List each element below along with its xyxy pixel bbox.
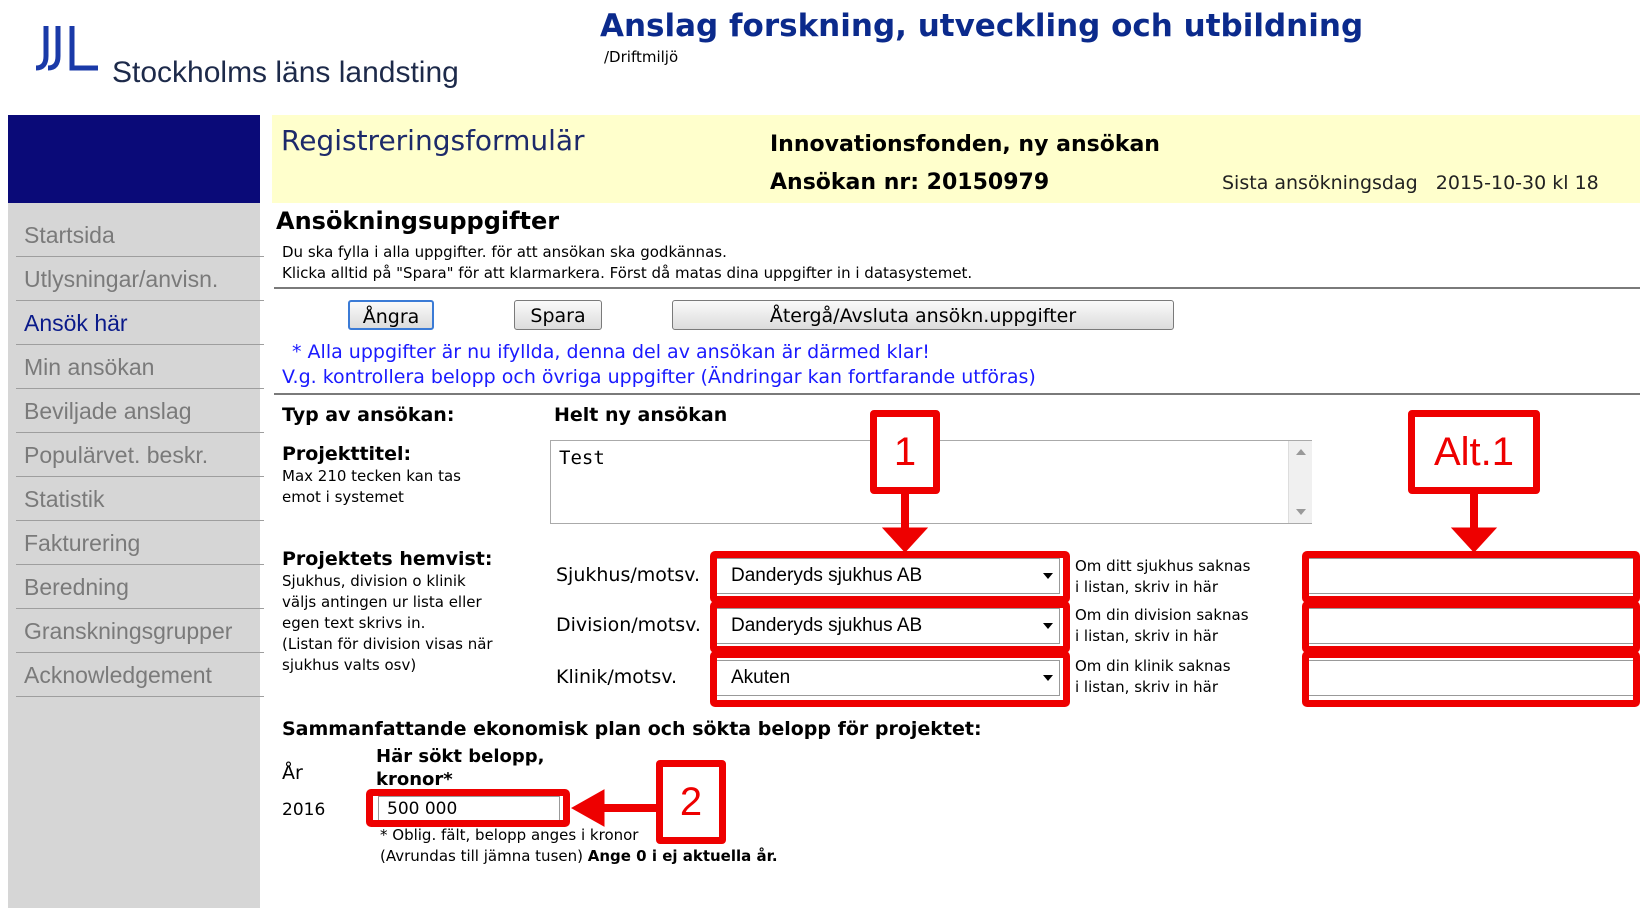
- sidebar-item-granskningsgrupper[interactable]: Granskningsgrupper: [16, 609, 264, 653]
- home-hint: sjukhus valts osv): [282, 656, 417, 674]
- scroll-up-icon: [1296, 449, 1306, 455]
- annotation-callout-1: 1: [870, 410, 940, 494]
- home-hint: egen text skrivs in.: [282, 614, 426, 632]
- home-hint: (Listan för division visas när: [282, 635, 493, 653]
- amount-note-bold: Ange 0 i ej aktuella år.: [587, 847, 778, 865]
- hospital-label: Sjukhus/motsv.: [556, 564, 701, 586]
- amount-header: kronor*: [376, 769, 453, 790]
- amount-note-text: (Avrundas till jämna tusen): [380, 847, 588, 865]
- year-header: År: [282, 762, 303, 784]
- title-hint: emot i systemet: [282, 488, 404, 506]
- save-button[interactable]: Spara: [514, 300, 602, 330]
- clinic-label: Klinik/motsv.: [556, 666, 678, 688]
- divider: [274, 393, 1640, 395]
- fund-name: Innovationsfonden, ny ansökan: [770, 132, 1160, 157]
- app-title: Anslag forskning, utveckling och utbildn…: [600, 8, 1364, 44]
- home-hint: väljs antingen ur lista eller: [282, 593, 482, 611]
- deadline: Sista ansökningsdag 2015-10-30 kl 18: [1222, 172, 1599, 194]
- amount-note: * Oblig. fält, belopp anges i kronor: [380, 826, 639, 844]
- year-value: 2016: [282, 800, 326, 820]
- form-title: Registreringsformulär: [281, 124, 585, 157]
- sidebar-item-acknowledgement[interactable]: Acknowledgement: [16, 653, 264, 697]
- economy-title: Sammanfattande ekonomisk plan och sökta …: [282, 718, 982, 740]
- home-label: Projektets hemvist:: [282, 548, 493, 570]
- type-value: Helt ny ansökan: [554, 404, 728, 426]
- sidebar-item-fakturering[interactable]: Fakturering: [16, 521, 264, 565]
- annotation-box-clinic: [710, 651, 1070, 707]
- amount-header: Här sökt belopp,: [376, 746, 545, 767]
- logo-icon: [35, 26, 98, 71]
- division-label: Division/motsv.: [556, 614, 701, 636]
- annotation-box-division: [710, 601, 1070, 653]
- title-hint: Max 210 tecken kan tas: [282, 467, 461, 485]
- annotation-box-hospital: [710, 551, 1070, 603]
- sidebar-item-beredning[interactable]: Beredning: [16, 565, 264, 609]
- hospital-hint: i listan, skriv in här: [1075, 578, 1218, 596]
- division-hint: i listan, skriv in här: [1075, 627, 1218, 645]
- application-number: Ansökan nr: 20150979: [770, 170, 1050, 195]
- title-label: Projekttitel:: [282, 443, 412, 465]
- sidebar-item-min-ansokan[interactable]: Min ansökan: [16, 345, 264, 389]
- divider: [274, 287, 1640, 289]
- sidebar: Startsida Utlysningar/anvisn. Ansök här …: [8, 203, 264, 908]
- annotation-box-amount: [366, 789, 570, 827]
- clinic-hint: i listan, skriv in här: [1075, 678, 1218, 696]
- clinic-hint: Om din klinik saknas: [1075, 657, 1231, 675]
- instruction-text: Klicka alltid på "Spara" för att klarmar…: [282, 264, 973, 282]
- textarea-scrollbar[interactable]: [1288, 441, 1312, 523]
- instruction-text: Du ska fylla i alla uppgifter. för att a…: [282, 243, 727, 261]
- sidebar-item-beviljade-anslag[interactable]: Beviljade anslag: [16, 389, 264, 433]
- back-button[interactable]: Återgå/Avsluta ansökn.uppgifter: [672, 300, 1174, 330]
- arrow-down-icon: [1450, 494, 1498, 553]
- annotation-box-clinic-text: [1302, 651, 1640, 707]
- annotation-box-division-text: [1302, 601, 1640, 653]
- home-hint: Sjukhus, division o klinik: [282, 572, 466, 590]
- type-label: Typ av ansökan:: [282, 404, 455, 426]
- sidebar-item-popularvet[interactable]: Populärvet. beskr.: [16, 433, 264, 477]
- amount-note: (Avrundas till jämna tusen) Ange 0 i ej …: [380, 847, 778, 866]
- status-message: * Alla uppgifter är nu ifyllda, denna de…: [292, 341, 930, 363]
- undo-button[interactable]: Ångra: [348, 300, 434, 330]
- sidebar-item-startsida[interactable]: Startsida: [16, 213, 264, 257]
- annotation-box-hospital-text: [1302, 551, 1640, 603]
- annotation-callout-alt: Alt.1: [1408, 410, 1540, 494]
- section-title: Ansökningsuppgifter: [276, 207, 560, 235]
- sidebar-header: [8, 115, 260, 203]
- division-hint: Om din division saknas: [1075, 606, 1249, 624]
- sidebar-item-utlysningar[interactable]: Utlysningar/anvisn.: [16, 257, 264, 301]
- status-message: V.g. kontrollera belopp och övriga uppgi…: [282, 366, 1036, 388]
- sidebar-item-statistik[interactable]: Statistik: [16, 477, 264, 521]
- environment-label: /Driftmiljö: [604, 48, 679, 66]
- sidebar-item-ansok-har[interactable]: Ansök här: [16, 301, 264, 345]
- scroll-down-icon: [1296, 509, 1306, 515]
- org-name: Stockholms läns landsting: [112, 56, 459, 89]
- hospital-hint: Om ditt sjukhus saknas: [1075, 557, 1251, 575]
- arrow-left-icon: [570, 789, 656, 827]
- annotation-callout-2: 2: [656, 760, 726, 844]
